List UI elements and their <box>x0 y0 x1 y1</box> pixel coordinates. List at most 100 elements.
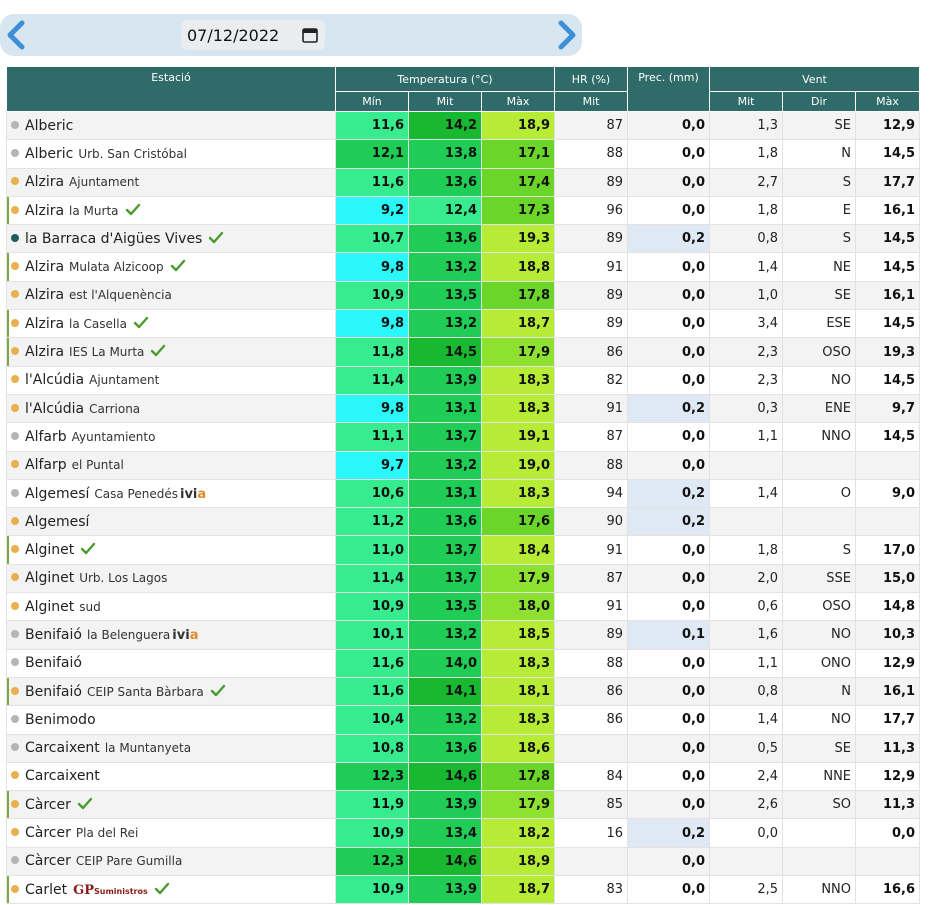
station-cell[interactable]: Alzira est l'Alquenència <box>6 280 336 311</box>
table-row[interactable]: Benifaió 11,6 14,0 18,3 88 0,0 1,1 ONO 12,9 <box>6 648 921 678</box>
station-cell[interactable]: Alginet sud <box>6 592 336 622</box>
station-cell[interactable]: Alfarb Ayuntamiento <box>6 422 336 452</box>
table-row[interactable]: Carlet GPSuministros 10,9 13,9 18,7 83 0,0 2,5 N… <box>6 875 921 905</box>
station-cell[interactable]: Carcaixent la Muntanyeta <box>6 733 336 763</box>
date-input[interactable]: 07/12/2022 <box>181 20 325 50</box>
station-cell[interactable]: Algemesí <box>6 507 336 537</box>
header-vent-mit[interactable]: Mit <box>709 91 784 112</box>
station-name[interactable]: Carcaixent <box>25 768 100 784</box>
table-row[interactable]: Càrcer Pla del Rei 10,9 13,4 18,2 16 0,2 0,0 0,0 <box>6 818 921 848</box>
table-row[interactable]: Alzira IES La Murta 11,8 14,5 17,9 86 0,0 2,3 OS… <box>6 337 921 367</box>
station-cell[interactable]: Benifaió CEIP Santa Bàrbara <box>6 676 336 707</box>
station-cell[interactable]: l'Alcúdia Ajuntament <box>6 365 336 395</box>
previous-day-arrow-icon[interactable] <box>2 18 32 52</box>
table-row[interactable]: Algemesí 11,2 13,6 17,6 90 0,2 <box>6 507 921 537</box>
station-name[interactable]: Alzira <box>25 174 64 190</box>
table-row[interactable]: Benifaió la Belenguera ivia 10,1 13,2 18,5 89 0… <box>6 620 921 650</box>
calendar-icon[interactable] <box>301 26 319 44</box>
table-row[interactable]: Alfarb Ayuntamiento 11,1 13,7 19,1 87 0,0 1,1 NN… <box>6 422 921 452</box>
station-name[interactable]: Alfarp <box>25 457 67 473</box>
station-cell[interactable]: Benifaió la Belenguera ivia <box>6 620 336 650</box>
station-name[interactable]: Benifaió <box>25 684 82 700</box>
station-cell[interactable]: l'Alcúdia Carriona <box>6 393 336 424</box>
station-cell[interactable]: Carlet GPSuministros <box>6 875 336 905</box>
table-row[interactable]: Alginet 11,0 13,7 18,4 91 0,0 1,8 S 17,0 <box>6 535 921 565</box>
table-row[interactable]: Alfarp el Puntal 9,7 13,2 19,0 88 0,0 <box>6 450 921 480</box>
station-name[interactable]: Alberic <box>25 146 73 162</box>
station-cell[interactable]: la Barraca d'Aigües Vives <box>6 224 336 254</box>
station-name[interactable]: Alginet <box>25 599 74 615</box>
header-estacio[interactable]: Estació <box>6 66 336 112</box>
header-vent-dir[interactable]: Dir <box>782 91 857 112</box>
station-cell[interactable]: Alzira la Casella <box>6 309 336 339</box>
station-name[interactable]: Alzira <box>25 203 64 219</box>
table-row[interactable]: Carcaixent la Muntanyeta 10,8 13,6 18,6 0,0 0,… <box>6 733 921 763</box>
table-row[interactable]: Alzira Ajuntament 11,6 13,6 17,4 89 0,0 2,7 S 17,… <box>6 167 921 197</box>
table-row[interactable]: Benifaió CEIP Santa Bàrbara 11,6 14,1 18,1 86… <box>6 676 921 707</box>
table-row[interactable]: l'Alcúdia Ajuntament 11,4 13,9 18,3 82 0,0 2,3 N… <box>6 365 921 395</box>
station-name[interactable]: l'Alcúdia <box>25 372 84 388</box>
station-name[interactable]: Algemesí <box>25 486 89 502</box>
station-cell[interactable]: Algemesí Casa Penedés ivia <box>6 478 336 509</box>
table-row[interactable]: Càrcer CEIP Pare Gumilla 12,3 14,6 18,9 0,0 <box>6 846 921 877</box>
station-name[interactable]: la Barraca d'Aigües Vives <box>25 231 202 247</box>
station-cell[interactable]: Carcaixent <box>6 761 336 792</box>
table-row[interactable]: la Barraca d'Aigües Vives 10,7 13,6 19,3 89 0… <box>6 224 921 254</box>
station-cell[interactable]: Benimodo <box>6 705 336 735</box>
wind-mean-cell: 2,0 <box>709 563 784 594</box>
station-name[interactable]: Alzira <box>25 259 64 275</box>
station-cell[interactable]: Càrcer <box>6 790 336 820</box>
station-cell[interactable]: Alzira la Murta <box>6 195 336 226</box>
station-cell[interactable]: Benifaió <box>6 648 336 678</box>
station-name[interactable]: l'Alcúdia <box>25 401 84 417</box>
header-prec[interactable]: Prec. (mm) <box>627 66 711 112</box>
header-temp-min[interactable]: Mín <box>335 91 409 112</box>
table-row[interactable]: l'Alcúdia Carriona 9,8 13,1 18,3 91 0,2 0,3 ENE 9… <box>6 393 921 424</box>
station-cell[interactable]: Alzira IES La Murta <box>6 337 336 367</box>
station-name[interactable]: Algemesí <box>25 514 89 530</box>
table-row[interactable]: Alberic 11,6 14,2 18,9 87 0,0 1,3 SE 12,9 <box>6 110 921 141</box>
station-cell[interactable]: Alzira Ajuntament <box>6 167 336 197</box>
station-name[interactable]: Carcaixent <box>25 740 100 756</box>
station-cell[interactable]: Alberic <box>6 110 336 141</box>
station-name[interactable]: Alginet <box>25 542 74 558</box>
station-name[interactable]: Alginet <box>25 570 74 586</box>
temp-min-cell: 12,3 <box>335 846 409 877</box>
header-temp-max[interactable]: Màx <box>480 91 556 112</box>
station-name[interactable]: Carlet <box>25 882 67 898</box>
table-row[interactable]: Alzira est l'Alquenència 10,9 13,5 17,8 89 0,0… <box>6 280 921 311</box>
station-name[interactable]: Alzira <box>25 316 64 332</box>
table-row[interactable]: Alberic Urb. San Cristóbal 12,1 13,8 17,1 88 0… <box>6 139 921 169</box>
station-cell[interactable]: Alberic Urb. San Cristóbal <box>6 139 336 169</box>
station-cell[interactable]: Alginet Urb. Los Lagos <box>6 563 336 594</box>
table-row[interactable]: Algemesí Casa Penedés ivia 10,6 13,1 18,3 94 0,… <box>6 478 921 509</box>
station-cell[interactable]: Càrcer Pla del Rei <box>6 818 336 848</box>
station-cell[interactable]: Alfarp el Puntal <box>6 450 336 480</box>
header-hr-mit[interactable]: Mit <box>554 91 629 112</box>
station-name[interactable]: Alzira <box>25 287 64 303</box>
header-temp-mit[interactable]: Mit <box>408 91 482 112</box>
wind-direction-cell: NNO <box>782 422 857 452</box>
table-row[interactable]: Alzira Mulata Alzicoop 9,8 13,2 18,8 91 0,0 1,4… <box>6 252 921 282</box>
header-vent-max[interactable]: Màx <box>855 91 921 112</box>
station-cell[interactable]: Càrcer CEIP Pare Gumilla <box>6 846 336 877</box>
station-cell[interactable]: Alzira Mulata Alzicoop <box>6 252 336 282</box>
table-row[interactable]: Carcaixent 12,3 14,6 17,8 84 0,0 2,4 NNE 12,9 <box>6 761 921 792</box>
station-name[interactable]: Càrcer <box>25 797 71 813</box>
station-cell[interactable]: Alginet <box>6 535 336 565</box>
table-row[interactable]: Alginet Urb. Los Lagos 11,4 13,7 17,9 87 0,0 2,… <box>6 563 921 594</box>
station-name[interactable]: Càrcer <box>25 853 71 869</box>
station-name[interactable]: Alberic <box>25 118 73 134</box>
station-name[interactable]: Càrcer <box>25 825 71 841</box>
station-name[interactable]: Alfarb <box>25 429 67 445</box>
station-name[interactable]: Benifaió <box>25 655 82 671</box>
table-row[interactable]: Càrcer 11,9 13,9 17,9 85 0,0 2,6 SO 11,3 <box>6 790 921 820</box>
next-day-arrow-icon[interactable] <box>551 18 581 52</box>
table-row[interactable]: Alzira la Murta 9,2 12,4 17,3 96 0,0 1,8 E 16,1 <box>6 195 921 226</box>
station-name[interactable]: Benimodo <box>25 712 96 728</box>
table-row[interactable]: Alzira la Casella 9,8 13,2 18,7 89 0,0 3,4 ESE 14… <box>6 309 921 339</box>
table-row[interactable]: Alginet sud 10,9 13,5 18,0 91 0,0 0,6 OSO 14,8 <box>6 592 921 622</box>
station-name[interactable]: Alzira <box>25 344 64 360</box>
table-row[interactable]: Benimodo 10,4 13,2 18,3 86 0,0 1,4 NO 17,7 <box>6 705 921 735</box>
station-name[interactable]: Benifaió <box>25 627 82 643</box>
